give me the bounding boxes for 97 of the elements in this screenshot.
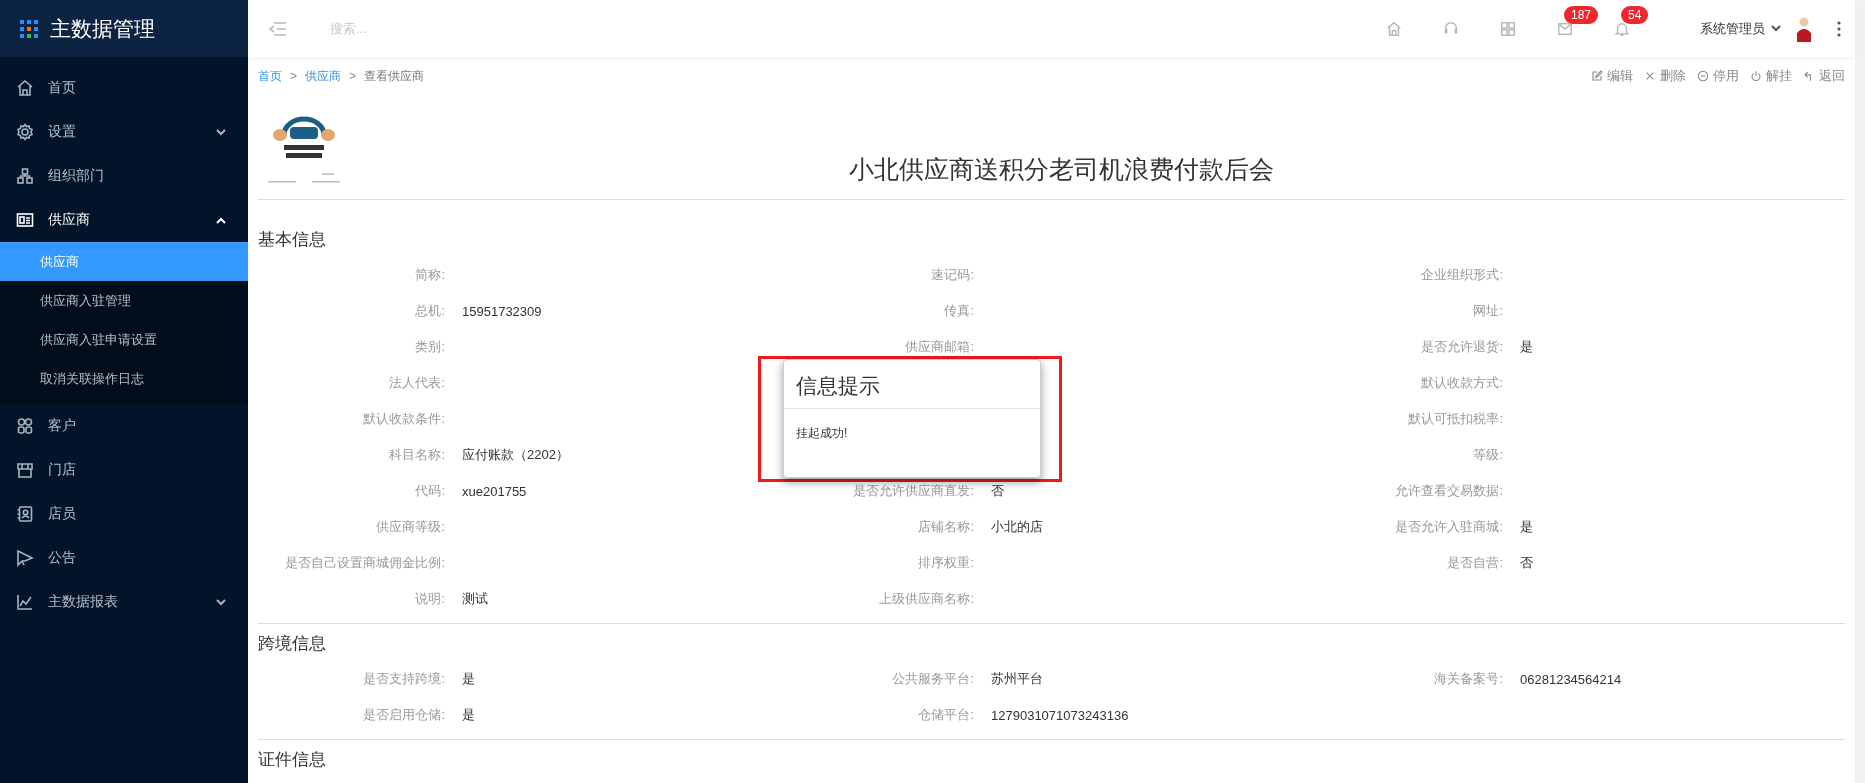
chevron-up-icon xyxy=(216,216,226,224)
field-value: 否 xyxy=(1520,554,1533,572)
count-badge: 54 xyxy=(1621,5,1649,24)
action-link[interactable]: 停用 xyxy=(1697,67,1739,85)
breadcrumb-current: 查看供应商 xyxy=(364,67,425,85)
field-value: 是 xyxy=(1520,518,1533,536)
field-label: 默认收款方式: xyxy=(1420,374,1503,392)
field-label: 上级供应商名称: xyxy=(878,590,974,608)
bell-icon[interactable] xyxy=(1613,20,1630,37)
action-link[interactable]: 解挂 xyxy=(1750,67,1792,85)
field-label: 仓储平台: xyxy=(917,706,974,724)
field-value: xue201755 xyxy=(462,483,527,499)
sidebar-item[interactable]: 店员 xyxy=(0,492,248,536)
sidebar-item[interactable]: 门店 xyxy=(0,448,248,492)
field-value: 小北的店 xyxy=(991,518,1043,536)
action-link[interactable]: 删除 xyxy=(1644,67,1686,85)
dialog-message: 挂起成功! xyxy=(795,425,849,442)
chevron-down-icon xyxy=(216,598,226,606)
power-icon xyxy=(1750,70,1762,82)
field-label: 是否自营: xyxy=(1446,554,1503,572)
close-icon xyxy=(1644,70,1656,82)
store-icon xyxy=(16,461,34,479)
field-label: 排序权重: xyxy=(917,554,974,572)
sidebar-item[interactable]: 设置 xyxy=(0,110,248,154)
field-label: 传真: xyxy=(943,302,974,320)
sidebar-item[interactable]: 组织部门 xyxy=(0,154,248,198)
action-link[interactable]: 返回 xyxy=(1803,67,1845,85)
section-title: 跨境信息 xyxy=(258,633,327,655)
field-label: 是否自己设置商城佣金比例: xyxy=(284,554,445,572)
field-value: 苏州平台 xyxy=(991,670,1043,688)
sidebar-item[interactable]: 主数据报表 xyxy=(0,580,248,624)
org-chart-icon xyxy=(16,167,34,185)
minus-circle-icon xyxy=(1697,70,1709,82)
customers-icon xyxy=(16,417,34,435)
field-label: 科目名称: xyxy=(388,446,445,464)
field-label: 默认收款条件: xyxy=(362,410,445,428)
field-label: 是否支持跨境: xyxy=(362,670,445,688)
submenu-item[interactable]: 取消关联操作日志 xyxy=(0,359,248,398)
submenu-item[interactable]: 供应商入驻管理 xyxy=(0,281,248,320)
field-label: 总机: xyxy=(414,302,445,320)
supplier-name: 小北供应商送积分老司机浪费付款后会 xyxy=(848,153,1275,185)
sidebar-item[interactable]: 公告 xyxy=(0,536,248,580)
field-label: 店铺名称: xyxy=(917,518,974,536)
app-title: 主数据管理 xyxy=(50,15,155,42)
field-value: 是 xyxy=(462,706,475,724)
section-title: 证件信息 xyxy=(258,749,327,771)
field-label: 默认可抵扣税率: xyxy=(1407,410,1503,428)
field-value: 06281234564214 xyxy=(1520,671,1622,687)
id-card-icon xyxy=(16,211,34,229)
field-label: 代码: xyxy=(414,482,445,500)
avatar-icon[interactable] xyxy=(1795,15,1813,42)
field-label: 供应商邮箱: xyxy=(904,338,974,356)
field-label: 允许查看交易数据: xyxy=(1394,482,1503,500)
staff-icon xyxy=(16,505,34,523)
more-options-icon[interactable] xyxy=(1837,20,1841,37)
breadcrumb-separator: > xyxy=(349,69,357,83)
field-label: 网址: xyxy=(1472,302,1503,320)
field-label: 供应商等级: xyxy=(375,518,445,536)
megaphone-icon xyxy=(16,549,34,567)
field-label: 企业组织形式: xyxy=(1420,266,1503,284)
section-title: 基本信息 xyxy=(258,229,327,251)
field-label: 是否启用仓储: xyxy=(362,706,445,724)
chevron-down-icon xyxy=(216,128,226,136)
submenu-item[interactable]: 供应商入驻申请设置 xyxy=(0,320,248,359)
gear-icon xyxy=(16,123,34,141)
field-value: 是 xyxy=(462,670,475,688)
field-value: 应付账款（2202） xyxy=(462,446,569,464)
field-value: 否 xyxy=(991,482,1004,500)
field-label: 等级: xyxy=(1472,446,1503,464)
count-badge: 187 xyxy=(1564,5,1599,24)
line-chart-icon xyxy=(16,593,34,611)
field-label: 是否允许供应商直发: xyxy=(852,482,974,500)
field-value: 是 xyxy=(1520,338,1533,356)
user-name[interactable]: 系统管理员 xyxy=(1700,19,1765,38)
field-value: 1279031071073243136 xyxy=(991,707,1129,723)
field-value: 测试 xyxy=(462,590,488,608)
dialog-title: 信息提示 xyxy=(784,360,1040,409)
home-icon xyxy=(16,79,34,97)
chevron-down-icon xyxy=(1771,25,1781,32)
field-label: 是否允许退货: xyxy=(1420,338,1503,356)
field-label: 速记码: xyxy=(930,266,974,284)
field-label: 公共服务平台: xyxy=(891,670,974,688)
field-label: 说明: xyxy=(414,590,445,608)
action-link[interactable]: 编辑 xyxy=(1591,67,1633,85)
field-label: 类别: xyxy=(414,338,445,356)
grid-logo-icon xyxy=(20,19,38,38)
sidebar-item[interactable]: 首页 xyxy=(0,66,248,110)
breadcrumb-separator: > xyxy=(290,69,297,83)
sidebar-item[interactable]: 客户 xyxy=(0,404,248,448)
field-label: 海关备案号: xyxy=(1433,670,1503,688)
field-label: 法人代表: xyxy=(388,374,445,392)
field-value: 15951732309 xyxy=(462,303,542,319)
field-label: 简称: xyxy=(414,266,445,284)
sidebar-item[interactable]: 供应商 xyxy=(0,198,248,242)
edit-icon xyxy=(1591,70,1603,82)
field-label: 是否允许入驻商城: xyxy=(1394,518,1503,536)
mail-icon[interactable] xyxy=(1556,20,1573,37)
